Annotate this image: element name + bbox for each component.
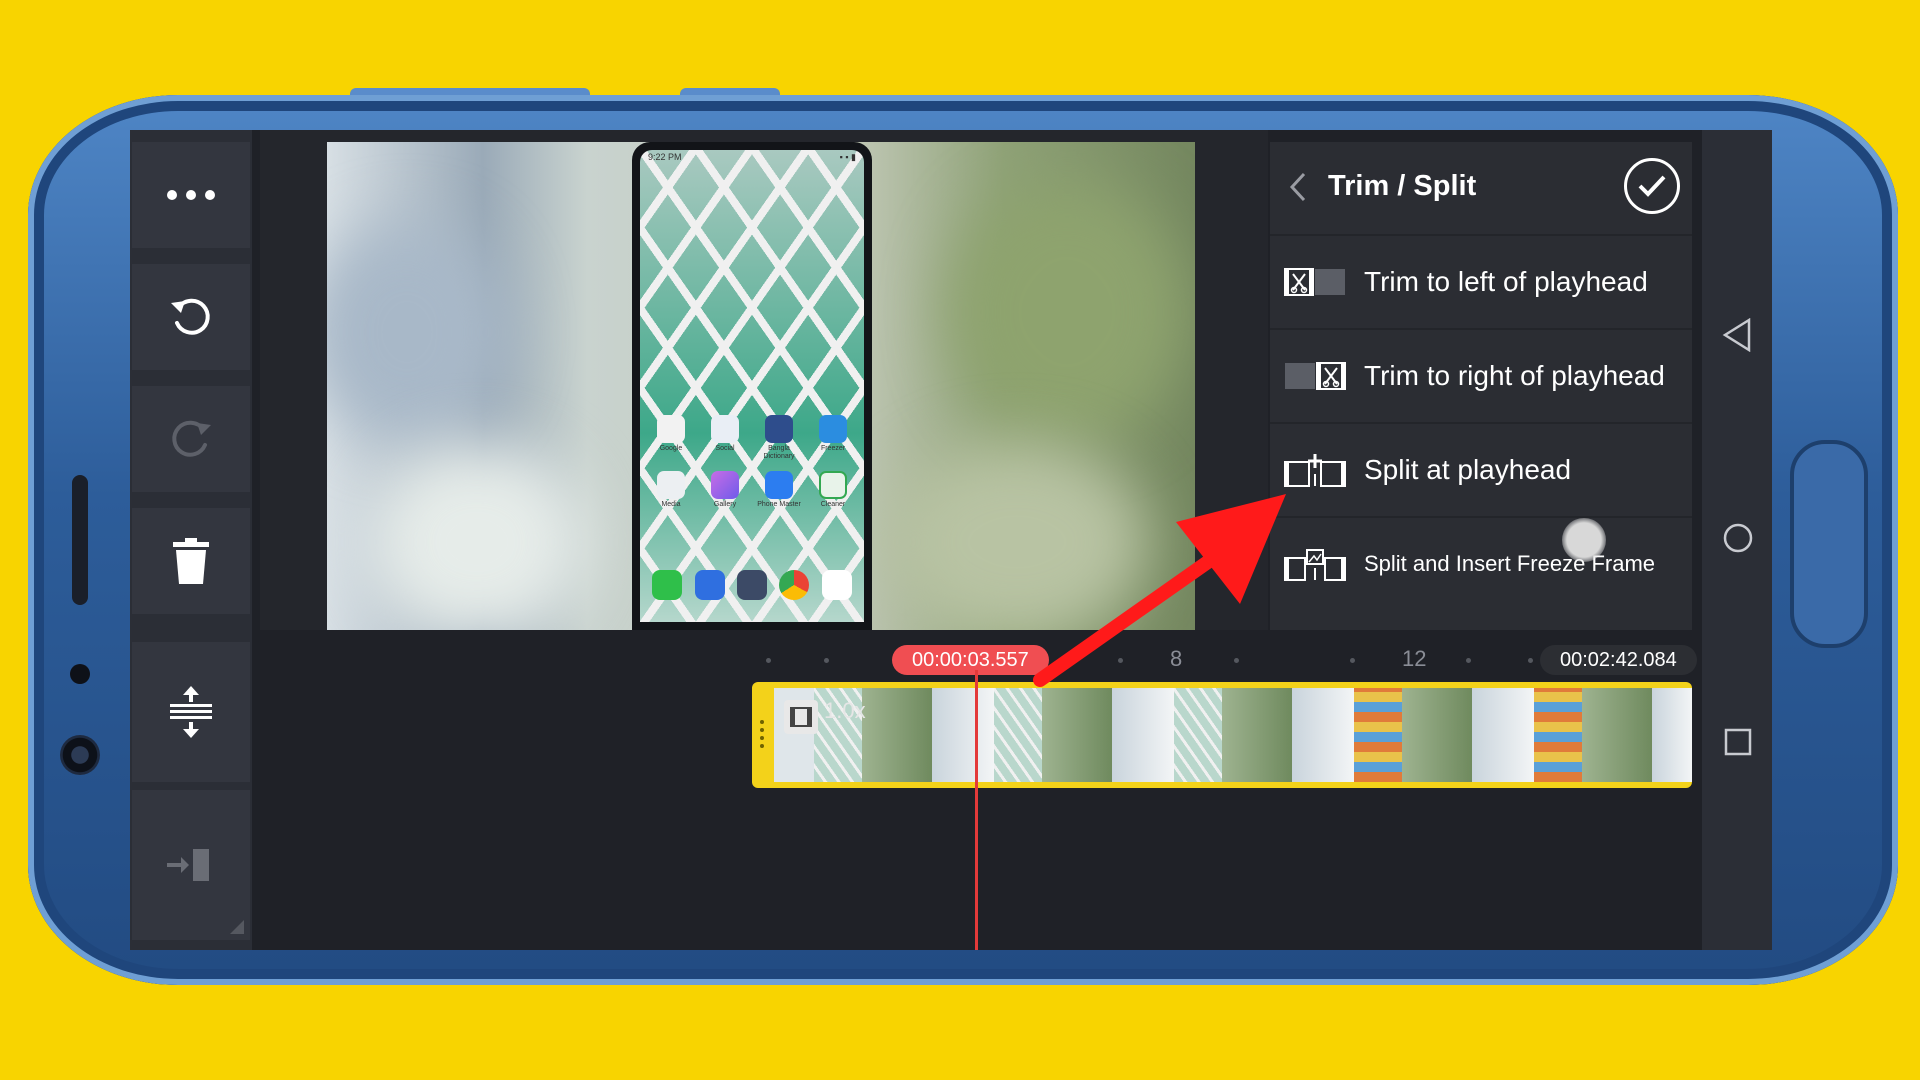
annotation-arrow-icon [1033, 494, 1286, 687]
